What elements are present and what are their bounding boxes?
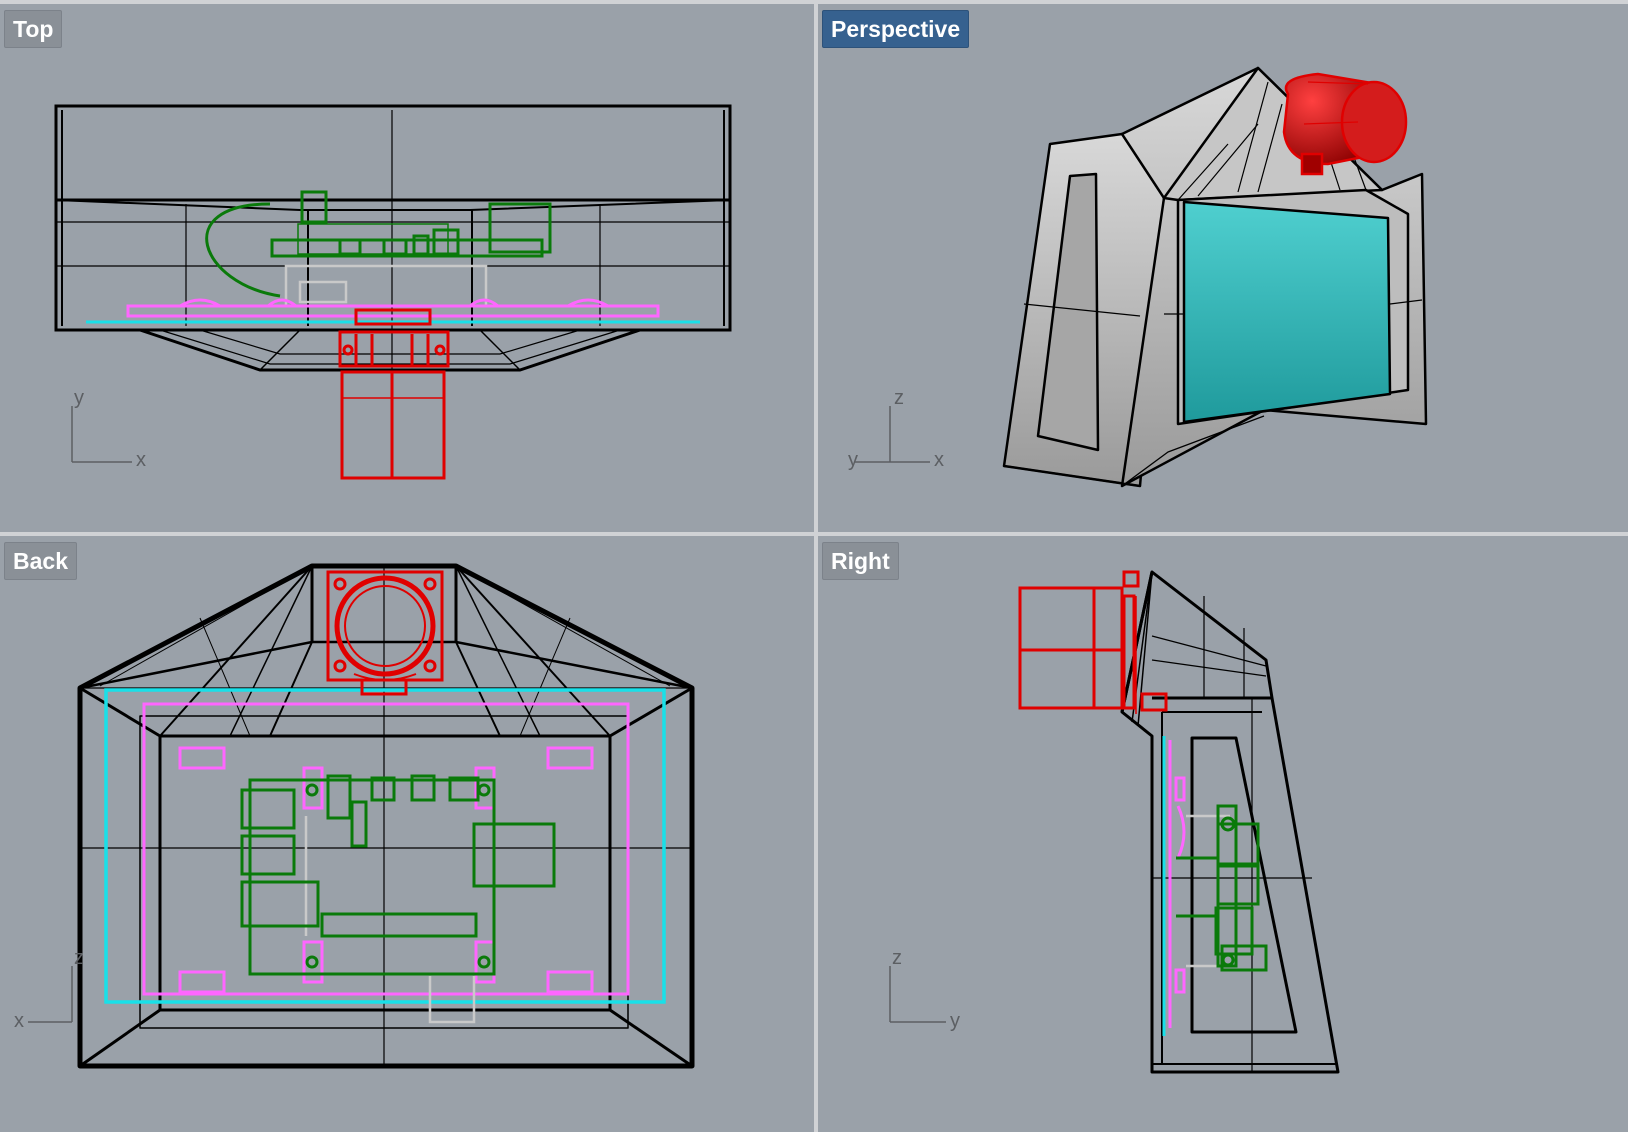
gray-parts-back xyxy=(304,816,476,1024)
right-view-canvas: y z xyxy=(889,570,1340,1074)
axis-gizmo-back xyxy=(28,966,73,1023)
axis-z-label: z xyxy=(892,947,902,969)
axis-gizmo-perspective xyxy=(854,406,930,463)
viewport-label-back[interactable]: Back xyxy=(4,542,77,580)
axis-gizmo-right xyxy=(889,966,946,1023)
axis-y-label: y xyxy=(950,1010,960,1032)
perspective-view-canvas: x z y xyxy=(848,66,1428,488)
axis-x-label: x xyxy=(934,449,944,471)
mounts-top xyxy=(126,298,660,318)
axis-y-label: y xyxy=(74,387,84,409)
axis-gizmo-top xyxy=(71,406,132,463)
gray-parts-top xyxy=(284,264,488,308)
pcb-board-back xyxy=(240,774,556,976)
camera-top xyxy=(338,308,450,480)
axis-y-label: y xyxy=(848,449,858,471)
viewport-back[interactable]: x z Back xyxy=(0,536,814,1132)
axis-z-label: z xyxy=(74,947,84,969)
axis-x-label: x xyxy=(14,1010,24,1032)
viewport-right[interactable]: y z Right xyxy=(818,536,1628,1132)
top-view-canvas: x y xyxy=(54,104,732,480)
viewport-label-right[interactable]: Right xyxy=(822,542,899,580)
viewport-label-perspective[interactable]: Perspective xyxy=(822,10,970,48)
camera-perspective xyxy=(1282,72,1408,176)
camera-right xyxy=(1018,570,1168,714)
viewport-perspective[interactable]: x z y Perspective xyxy=(818,4,1628,532)
enclosure-wireframe-right xyxy=(1120,570,1340,1074)
viewport-label-top[interactable]: Top xyxy=(4,10,63,48)
back-view-canvas: x z xyxy=(14,563,695,1069)
axis-x-label: x xyxy=(136,449,146,471)
camera-back xyxy=(326,570,444,696)
viewport-top[interactable]: x y Top xyxy=(0,4,814,532)
enclosure-wireframe-back xyxy=(77,563,695,1069)
axis-z-label: z xyxy=(894,387,904,409)
mounts-right xyxy=(1168,740,1186,1028)
